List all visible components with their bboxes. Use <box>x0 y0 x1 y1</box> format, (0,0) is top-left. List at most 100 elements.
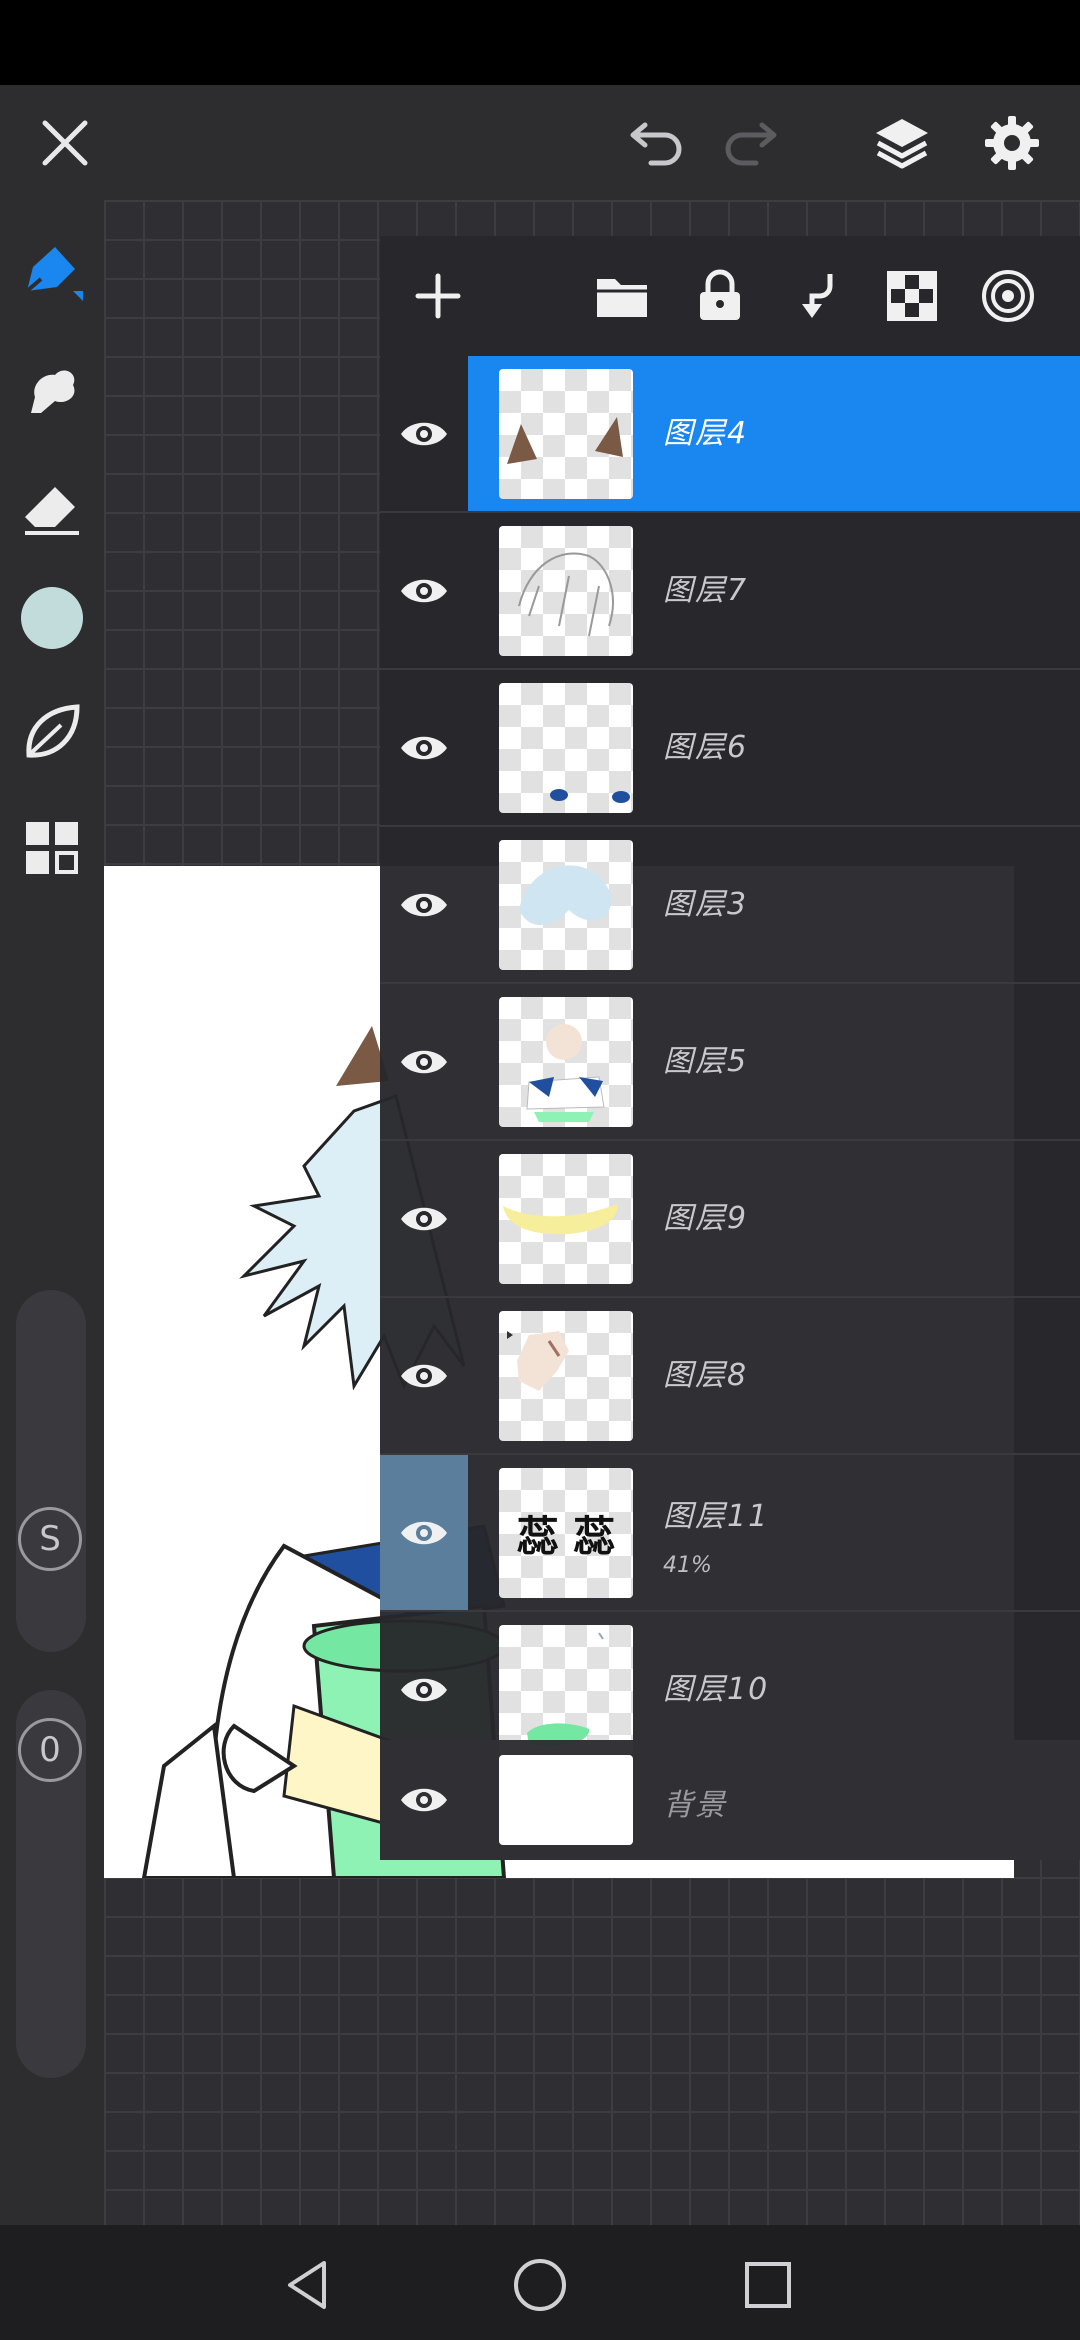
layer-row[interactable]: 图层6 <box>380 670 1080 827</box>
gallery-tool[interactable] <box>12 808 92 888</box>
layer-name: 图层3 <box>663 887 749 922</box>
brush-icon <box>25 247 83 301</box>
undo-button[interactable] <box>615 85 695 200</box>
settings-button[interactable] <box>970 85 1054 200</box>
current-color-circle <box>21 587 83 649</box>
layer-name: 图层7 <box>663 573 749 608</box>
eye-icon <box>401 736 447 759</box>
color-swatch[interactable] <box>12 578 92 658</box>
layer-body[interactable]: 图层9 <box>468 1141 1080 1296</box>
visibility-toggle[interactable] <box>380 1298 468 1453</box>
layer-thumbnail <box>499 1625 633 1755</box>
layer-body[interactable]: 图层3 <box>468 827 1080 982</box>
layer-name: 图层9 <box>663 1201 749 1236</box>
thumbnail-text: 蕊 蕊 <box>516 1511 616 1561</box>
add-layer-button[interactable] <box>400 258 476 334</box>
transparency-button[interactable] <box>874 258 950 334</box>
lock-layer-button[interactable] <box>682 258 758 334</box>
layer-row[interactable]: 图层3 <box>380 827 1080 984</box>
folder-icon <box>597 279 647 317</box>
layer-body[interactable]: 图层4 <box>468 356 1080 511</box>
add-icon <box>415 273 461 319</box>
eye-icon <box>401 1521 447 1544</box>
recents-button[interactable] <box>728 2245 808 2325</box>
visibility-toggle[interactable] <box>380 513 468 668</box>
background-layer-row[interactable]: 背景 <box>380 1740 1080 1860</box>
layer-thumbnail: 蕊 蕊 <box>499 1468 633 1598</box>
layer-thumbnail <box>499 683 633 813</box>
visibility-toggle[interactable] <box>380 356 468 511</box>
layer-thumbnail <box>499 997 633 1127</box>
merge-down-button[interactable] <box>778 258 854 334</box>
merge-down-icon <box>802 274 833 318</box>
eraser-icon <box>25 487 79 535</box>
eye-icon <box>401 1050 447 1073</box>
leaf-icon <box>26 704 80 758</box>
layer-row[interactable]: 图层4 <box>380 356 1080 513</box>
layer-body[interactable]: 图层7 <box>468 513 1080 668</box>
layer-row[interactable]: 图层8 <box>380 1298 1080 1455</box>
eye-icon <box>401 1678 447 1701</box>
eye-icon <box>401 422 447 445</box>
back-button[interactable] <box>268 2245 348 2325</box>
eye-icon <box>401 579 447 602</box>
recents-icon <box>745 2262 791 2308</box>
layer-row[interactable]: 图层7 <box>380 513 1080 670</box>
status-bar <box>0 0 1080 85</box>
layers-panel-header <box>380 236 1080 356</box>
visibility-toggle[interactable] <box>380 984 468 1139</box>
layer-name: 图层4 <box>663 416 749 451</box>
visibility-toggle[interactable] <box>380 1141 468 1296</box>
layer-name: 背景 <box>663 1788 727 1823</box>
layer-row[interactable]: 图层9 <box>380 1141 1080 1298</box>
back-icon <box>288 2261 326 2309</box>
size-slider-label: S <box>18 1507 82 1571</box>
layers-icon <box>876 118 928 168</box>
eraser-tool[interactable] <box>12 468 92 548</box>
layer-effects-button[interactable] <box>970 258 1046 334</box>
layer-opacity: 41% <box>663 1553 712 1578</box>
layer-name: 图层6 <box>663 730 749 765</box>
redo-button[interactable] <box>712 85 792 200</box>
layer-row[interactable]: 蕊 蕊 图层11 41% <box>380 1455 1080 1612</box>
brush-size-slider[interactable] <box>16 1290 86 1652</box>
target-icon <box>982 270 1034 322</box>
layer-name: 图层8 <box>663 1358 749 1393</box>
layer-thumbnail <box>499 1755 633 1845</box>
visibility-toggle[interactable] <box>380 1455 468 1610</box>
layer-body[interactable]: 图层6 <box>468 670 1080 825</box>
layer-name: 图层10 <box>663 1672 770 1707</box>
layer-body[interactable]: 背景 <box>468 1740 1080 1860</box>
home-icon <box>514 2259 566 2311</box>
settings-icon <box>985 115 1039 170</box>
visibility-toggle[interactable] <box>380 827 468 982</box>
eye-icon <box>401 893 447 916</box>
checker-icon <box>887 271 937 321</box>
layer-thumbnail <box>499 840 633 970</box>
visibility-toggle[interactable] <box>380 670 468 825</box>
gallery-grid-icon <box>26 822 78 874</box>
close-button[interactable] <box>20 85 110 200</box>
add-folder-button[interactable] <box>584 258 660 334</box>
eye-icon <box>401 1364 447 1387</box>
layer-body[interactable]: 图层8 <box>468 1298 1080 1453</box>
layers-button[interactable] <box>860 85 944 200</box>
layer-thumbnail <box>499 526 633 656</box>
visibility-toggle[interactable] <box>380 1740 468 1860</box>
layers-panel: 图层4 图层7 图层6 图层3 图层5 图层9 图层8 蕊 蕊 图层11 41%… <box>380 236 1080 1860</box>
layer-thumbnail <box>499 369 633 499</box>
layer-name: 图层5 <box>663 1044 749 1079</box>
lock-icon <box>700 269 740 320</box>
smudge-tool[interactable] <box>12 352 92 432</box>
eye-icon <box>401 1207 447 1230</box>
layer-row[interactable]: 图层5 <box>380 984 1080 1141</box>
eye-icon <box>401 1788 447 1812</box>
brush-tool[interactable] <box>12 232 92 312</box>
layer-thumbnail <box>499 1154 633 1284</box>
layer-body[interactable]: 图层5 <box>468 984 1080 1139</box>
leaf-tool[interactable] <box>12 692 92 772</box>
layer-body[interactable]: 蕊 蕊 图层11 41% <box>468 1455 1080 1610</box>
close-icon <box>42 120 88 165</box>
opacity-slider-label: 0 <box>18 1718 82 1782</box>
home-button[interactable] <box>500 2245 580 2325</box>
